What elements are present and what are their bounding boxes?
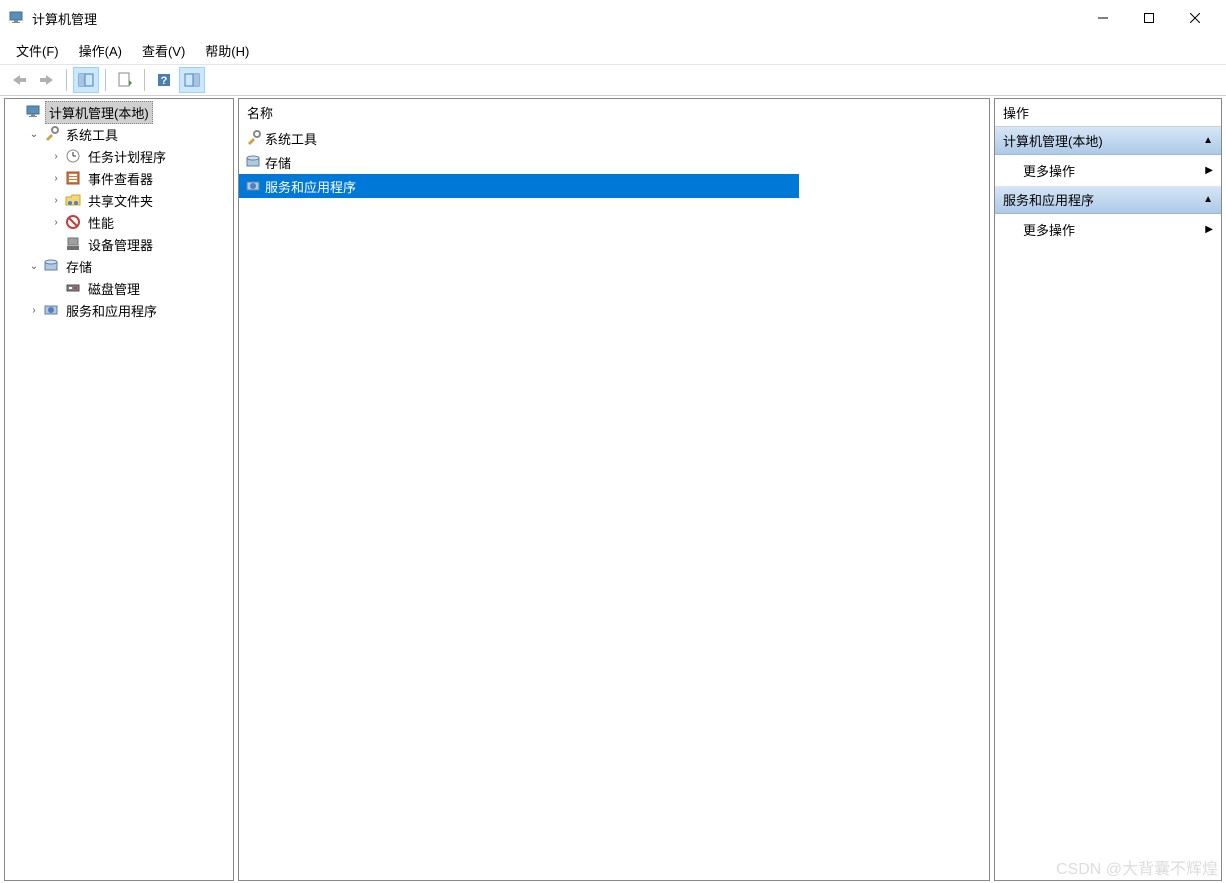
toolbar-separator (144, 69, 145, 91)
action-more-1[interactable]: 更多操作 ▶ (995, 155, 1221, 186)
forward-button (34, 67, 60, 93)
event-icon (65, 170, 81, 186)
shared-folder-icon (65, 192, 81, 208)
menubar: 文件(F) 操作(A) 查看(V) 帮助(H) (0, 36, 1226, 64)
expander-icon[interactable]: › (49, 215, 63, 229)
menu-file[interactable]: 文件(F) (6, 38, 69, 63)
tree-panel[interactable]: 计算机管理(本地) ⌄ 系统工具 › 任务计划程序 › 事件查看器 › 共享文件… (4, 98, 234, 881)
properties-button[interactable] (112, 67, 138, 93)
list-item-label: 系统工具 (265, 129, 317, 148)
maximize-button[interactable] (1126, 2, 1172, 34)
tree-label: 性能 (85, 212, 117, 233)
action-section-label: 服务和应用程序 (1003, 190, 1094, 209)
list-item-services-apps[interactable]: 服务和应用程序 (239, 174, 799, 198)
disk-icon (65, 280, 81, 296)
show-hide-action-button[interactable] (179, 67, 205, 93)
action-section-label: 计算机管理(本地) (1003, 131, 1103, 150)
performance-icon (65, 214, 81, 230)
close-button[interactable] (1172, 2, 1218, 34)
storage-icon (43, 258, 59, 274)
content-area: 计算机管理(本地) ⌄ 系统工具 › 任务计划程序 › 事件查看器 › 共享文件… (0, 96, 1226, 883)
clock-icon (65, 148, 81, 164)
menu-action[interactable]: 操作(A) (69, 38, 132, 63)
tree-label: 存储 (63, 256, 95, 277)
tree-system-tools[interactable]: ⌄ 系统工具 (5, 123, 233, 145)
submenu-icon: ▶ (1205, 224, 1213, 235)
list-column-header[interactable]: 名称 (239, 99, 989, 126)
expander-icon[interactable]: ⌄ (27, 259, 41, 273)
menu-view[interactable]: 查看(V) (132, 38, 195, 63)
expander-icon[interactable]: › (49, 193, 63, 207)
tools-icon (245, 130, 261, 146)
tree-label: 共享文件夹 (85, 190, 156, 211)
device-icon (65, 236, 81, 252)
window-title: 计算机管理 (32, 9, 97, 28)
storage-icon (245, 154, 261, 170)
collapse-icon: ▲ (1203, 194, 1213, 205)
action-section-computer[interactable]: 计算机管理(本地) ▲ (995, 127, 1221, 155)
tree-storage[interactable]: ⌄ 存储 (5, 255, 233, 277)
tools-icon (43, 126, 59, 142)
services-icon (245, 178, 261, 194)
computer-icon (25, 104, 41, 120)
expander-icon[interactable]: › (49, 171, 63, 185)
toolbar: ? (0, 64, 1226, 96)
show-hide-tree-button[interactable] (73, 67, 99, 93)
tree-root[interactable]: 计算机管理(本地) (5, 101, 233, 123)
tree-device-manager[interactable]: 设备管理器 (5, 233, 233, 255)
app-icon (8, 10, 24, 26)
tree-disk-management[interactable]: 磁盘管理 (5, 277, 233, 299)
titlebar: 计算机管理 (0, 0, 1226, 36)
toolbar-separator (105, 69, 106, 91)
services-icon (43, 302, 59, 318)
action-more-2[interactable]: 更多操作 ▶ (995, 214, 1221, 245)
expander-icon[interactable]: ⌄ (27, 127, 41, 141)
expander-icon[interactable]: › (49, 149, 63, 163)
tree-label: 系统工具 (63, 124, 121, 145)
tree-services-apps[interactable]: › 服务和应用程序 (5, 299, 233, 321)
list-item-label: 服务和应用程序 (265, 177, 356, 196)
submenu-icon: ▶ (1205, 165, 1213, 176)
action-header: 操作 (995, 99, 1221, 127)
list-panel[interactable]: 名称 系统工具 存储 服务和应用程序 (238, 98, 990, 881)
expander-icon[interactable] (49, 237, 63, 251)
menu-help[interactable]: 帮助(H) (195, 38, 259, 63)
list-item-storage[interactable]: 存储 (239, 150, 799, 174)
action-item-label: 更多操作 (1023, 220, 1075, 239)
tree-label: 服务和应用程序 (63, 300, 160, 321)
action-section-services[interactable]: 服务和应用程序 ▲ (995, 186, 1221, 214)
svg-text:?: ? (161, 75, 168, 87)
expander-icon[interactable] (49, 281, 63, 295)
tree-label: 任务计划程序 (85, 146, 169, 167)
minimize-button[interactable] (1080, 2, 1126, 34)
action-item-label: 更多操作 (1023, 161, 1075, 180)
back-button (6, 67, 32, 93)
tree-label: 磁盘管理 (85, 278, 143, 299)
tree-task-scheduler[interactable]: › 任务计划程序 (5, 145, 233, 167)
tree-performance[interactable]: › 性能 (5, 211, 233, 233)
collapse-icon: ▲ (1203, 135, 1213, 146)
tree-event-viewer[interactable]: › 事件查看器 (5, 167, 233, 189)
tree-label: 设备管理器 (85, 234, 156, 255)
expander-icon[interactable] (9, 105, 23, 119)
expander-icon[interactable]: › (27, 303, 41, 317)
tree-label: 事件查看器 (85, 168, 156, 189)
tree-shared-folders[interactable]: › 共享文件夹 (5, 189, 233, 211)
list-item-system-tools[interactable]: 系统工具 (239, 126, 799, 150)
action-panel: 操作 计算机管理(本地) ▲ 更多操作 ▶ 服务和应用程序 ▲ 更多操作 ▶ (994, 98, 1222, 881)
toolbar-separator (66, 69, 67, 91)
tree-label: 计算机管理(本地) (45, 101, 153, 124)
list-item-label: 存储 (265, 153, 291, 172)
help-button[interactable]: ? (151, 67, 177, 93)
